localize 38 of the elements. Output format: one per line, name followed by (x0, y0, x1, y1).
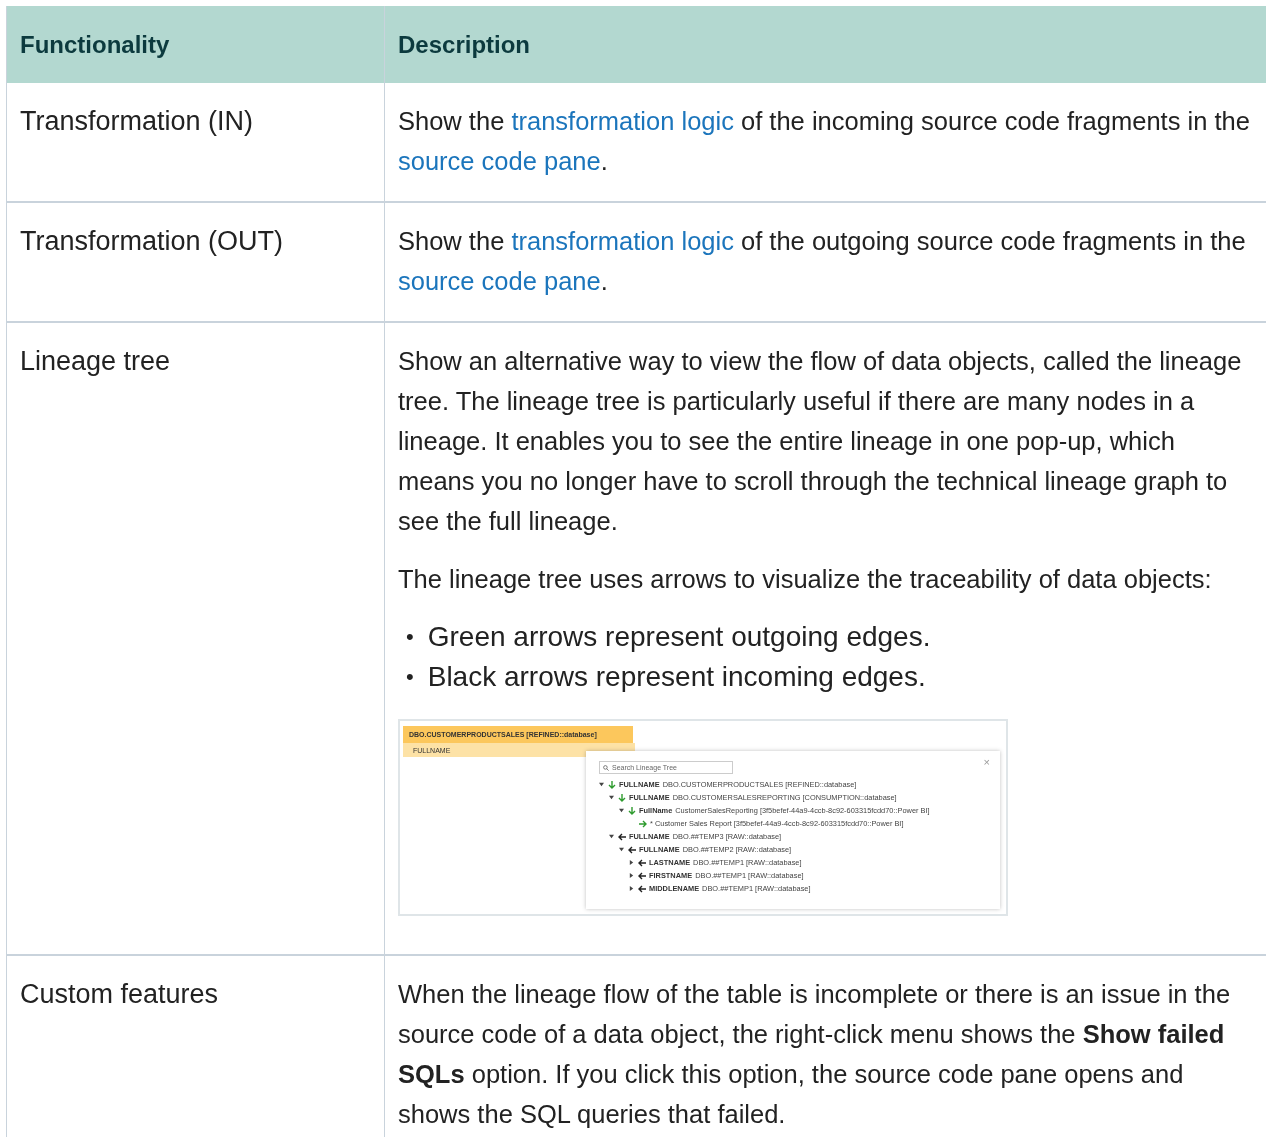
link[interactable]: source code pane (398, 267, 601, 295)
caret-icon[interactable] (629, 886, 634, 891)
arrow-left-icon (618, 832, 626, 841)
arrow-left-icon (638, 858, 646, 867)
link[interactable]: transformation logic (511, 107, 734, 135)
arrow-left-icon (628, 845, 636, 854)
arrow-down-icon (628, 806, 636, 815)
search-icon (603, 764, 609, 771)
caret-icon[interactable] (619, 847, 624, 852)
arrow-right-icon (639, 819, 647, 828)
caret-icon[interactable] (609, 834, 614, 839)
description-text: Show the transformation logic of the incoming source code fragments in the source code pane. (398, 106, 1251, 177)
column-header: Description (385, 6, 1266, 83)
link[interactable]: transformation logic (511, 227, 734, 255)
description-text: When the lineage flow of the table is incomplete or there is an issue in the source code of a data object, the right-click menu shows the Show failed SQLs option. If you click this option, the source code pane opens and shows the SQL queries that failed. (398, 979, 1232, 1130)
link[interactable]: source code pane (398, 147, 601, 175)
description-text: The lineage tree uses arrows to visualize the traceability of data objects: (398, 564, 1213, 595)
caret-icon[interactable] (609, 795, 614, 800)
caret-icon[interactable] (599, 782, 604, 787)
close-button[interactable]: × (983, 757, 990, 768)
caret-icon[interactable] (629, 860, 634, 865)
functionality-name: Transformation (OUT) (20, 226, 284, 256)
functionality-name: Custom features (20, 979, 219, 1009)
functionality-name: Lineage tree (20, 346, 171, 376)
caret-icon[interactable] (619, 808, 624, 813)
caret-icon[interactable] (629, 873, 634, 878)
arrow-down-icon (618, 793, 626, 802)
functionality-name: Transformation (IN) (20, 106, 254, 136)
arrow-down-icon (608, 780, 616, 789)
column-header: Functionality (7, 6, 385, 83)
bullet-marker: • (406, 623, 414, 651)
arrow-left-icon (638, 884, 646, 893)
bullet-item: Green arrows represent outgoing edges. (427, 620, 931, 654)
description-text: Show the transformation logic of the outgoing source code fragments in the source code pane. (398, 226, 1247, 297)
bullet-item: Black arrows represent incoming edges. (427, 660, 926, 694)
description-text: Show an alternative way to view the flow of data objects, called the lineage tree. The lineage tree is particularly useful if there are many nodes in a lineage. It enables you to see the entire lineage in one pop-up, which means you no longer have to scroll through the technical lineage graph to see the full lineage. (398, 346, 1243, 537)
arrow-left-icon (638, 871, 646, 880)
bullet-marker: • (406, 663, 414, 691)
